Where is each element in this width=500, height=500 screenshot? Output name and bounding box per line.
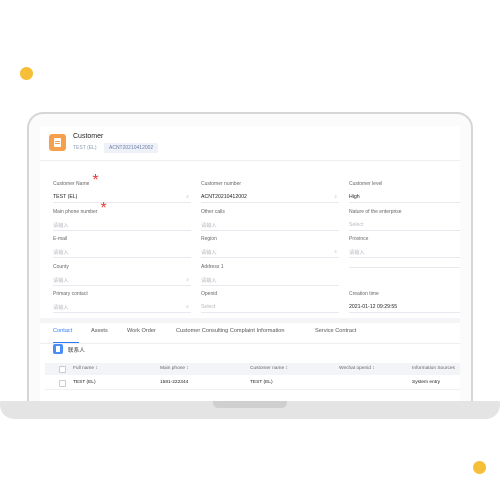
field-value: Select xyxy=(201,304,216,310)
field-province: Province 请输入 xyxy=(349,227,460,258)
record-header: Customer TEST (EL) ACNT20210412002 xyxy=(40,126,460,161)
column-header-wechat-openid[interactable]: Wechat openid ↕ xyxy=(339,366,375,371)
related-tabs: Contact Assets Work Order Customer Consu… xyxy=(40,318,460,344)
creation-time-input[interactable]: 2021-01-12 09:29:55 xyxy=(349,304,460,313)
tab-contact[interactable]: Contact xyxy=(53,328,72,334)
field-customer-number: Customer number ACNT20210412002 ⌕ xyxy=(201,172,339,203)
table-header: Full name ↕ Main phone ↕ Customer name ↕… xyxy=(45,363,460,375)
required-marker: * xyxy=(100,200,107,217)
field-label: Primary contact xyxy=(53,291,88,297)
tab-complaint-information[interactable]: Customer Consulting Complaint Informatio… xyxy=(176,328,285,334)
field-label: Main phone number xyxy=(53,209,98,215)
field-value: 请输入 xyxy=(53,305,69,311)
field-openid: Openid Select xyxy=(201,282,339,313)
cell-information-sources: System entry xyxy=(412,380,440,385)
field-label: Nature of the enterprise xyxy=(349,209,402,215)
column-header-full-name[interactable]: Full name ↕ xyxy=(73,366,98,371)
record-title: Customer xyxy=(73,133,104,140)
tab-work-order[interactable]: Work Order xyxy=(127,328,156,334)
required-marker: * xyxy=(92,172,99,189)
column-header-main-phone[interactable]: Main phone ↕ xyxy=(160,366,189,371)
record-subtitle: TEST (EL) xyxy=(73,145,97,151)
field-customer-level: Customer level High xyxy=(349,172,460,203)
cell-customer-name[interactable]: TEST (EL) xyxy=(250,380,273,385)
active-tab-indicator xyxy=(53,342,79,343)
column-header-information-sources[interactable]: Information Sources xyxy=(412,366,455,371)
subgrid-title: 联系人 xyxy=(68,348,85,354)
field-primary-contact: Primary contact 请输入 ⌕ xyxy=(53,282,191,313)
field-label: County xyxy=(53,264,69,270)
field-empty xyxy=(349,255,460,268)
field-label: Customer Name xyxy=(53,181,90,187)
decorative-dot xyxy=(20,67,33,80)
openid-input[interactable]: Select xyxy=(201,304,339,313)
select-all-checkbox[interactable] xyxy=(59,366,66,373)
field-label: Address 1 xyxy=(201,264,224,270)
cell-main-phone: 1581-222344 xyxy=(160,380,189,385)
column-header-customer-name[interactable]: Customer name ↕ xyxy=(250,366,288,371)
field-e-mail: E-mail 请输入 xyxy=(53,227,191,258)
field-label: Region xyxy=(201,236,217,242)
laptop-screen: Customer TEST (EL) ACNT20210412002 Custo… xyxy=(40,126,460,401)
field-label: Openid xyxy=(201,291,218,297)
row-checkbox[interactable] xyxy=(59,380,66,387)
cell-full-name[interactable]: TEST (EL) xyxy=(73,380,96,385)
field-label: Customer level xyxy=(349,181,383,187)
field-label: Province xyxy=(349,236,369,242)
field-label: Customer number xyxy=(201,181,242,187)
field-label: Other calls xyxy=(201,209,225,215)
field-region: Region 请输入 ⌕ xyxy=(201,227,339,258)
field-customer-name: Customer Name * TEST (EL) ⌕ xyxy=(53,172,191,203)
record-number-tag: ACNT20210412002 xyxy=(104,143,159,153)
field-creation-time: Creation time 2021-01-12 09:29:55 xyxy=(349,282,460,313)
primary-contact-input[interactable]: 请输入 ⌕ xyxy=(53,304,191,313)
table-row[interactable]: TEST (EL) 1581-222344 TEST (EL) System e… xyxy=(45,377,460,390)
decorative-dot xyxy=(473,461,486,474)
field-label: E-mail xyxy=(53,236,68,242)
document-icon xyxy=(49,134,66,151)
tab-service-contract[interactable]: Service Contract xyxy=(315,328,356,334)
empty-input xyxy=(349,259,460,268)
tab-assets[interactable]: Assets xyxy=(91,328,108,334)
contact-list-icon xyxy=(53,344,63,354)
search-icon[interactable]: ⌕ xyxy=(186,304,189,310)
field-value: 2021-01-12 09:29:55 xyxy=(349,304,398,310)
field-label: Creation time xyxy=(349,291,379,297)
laptop-base-notch xyxy=(213,401,287,408)
